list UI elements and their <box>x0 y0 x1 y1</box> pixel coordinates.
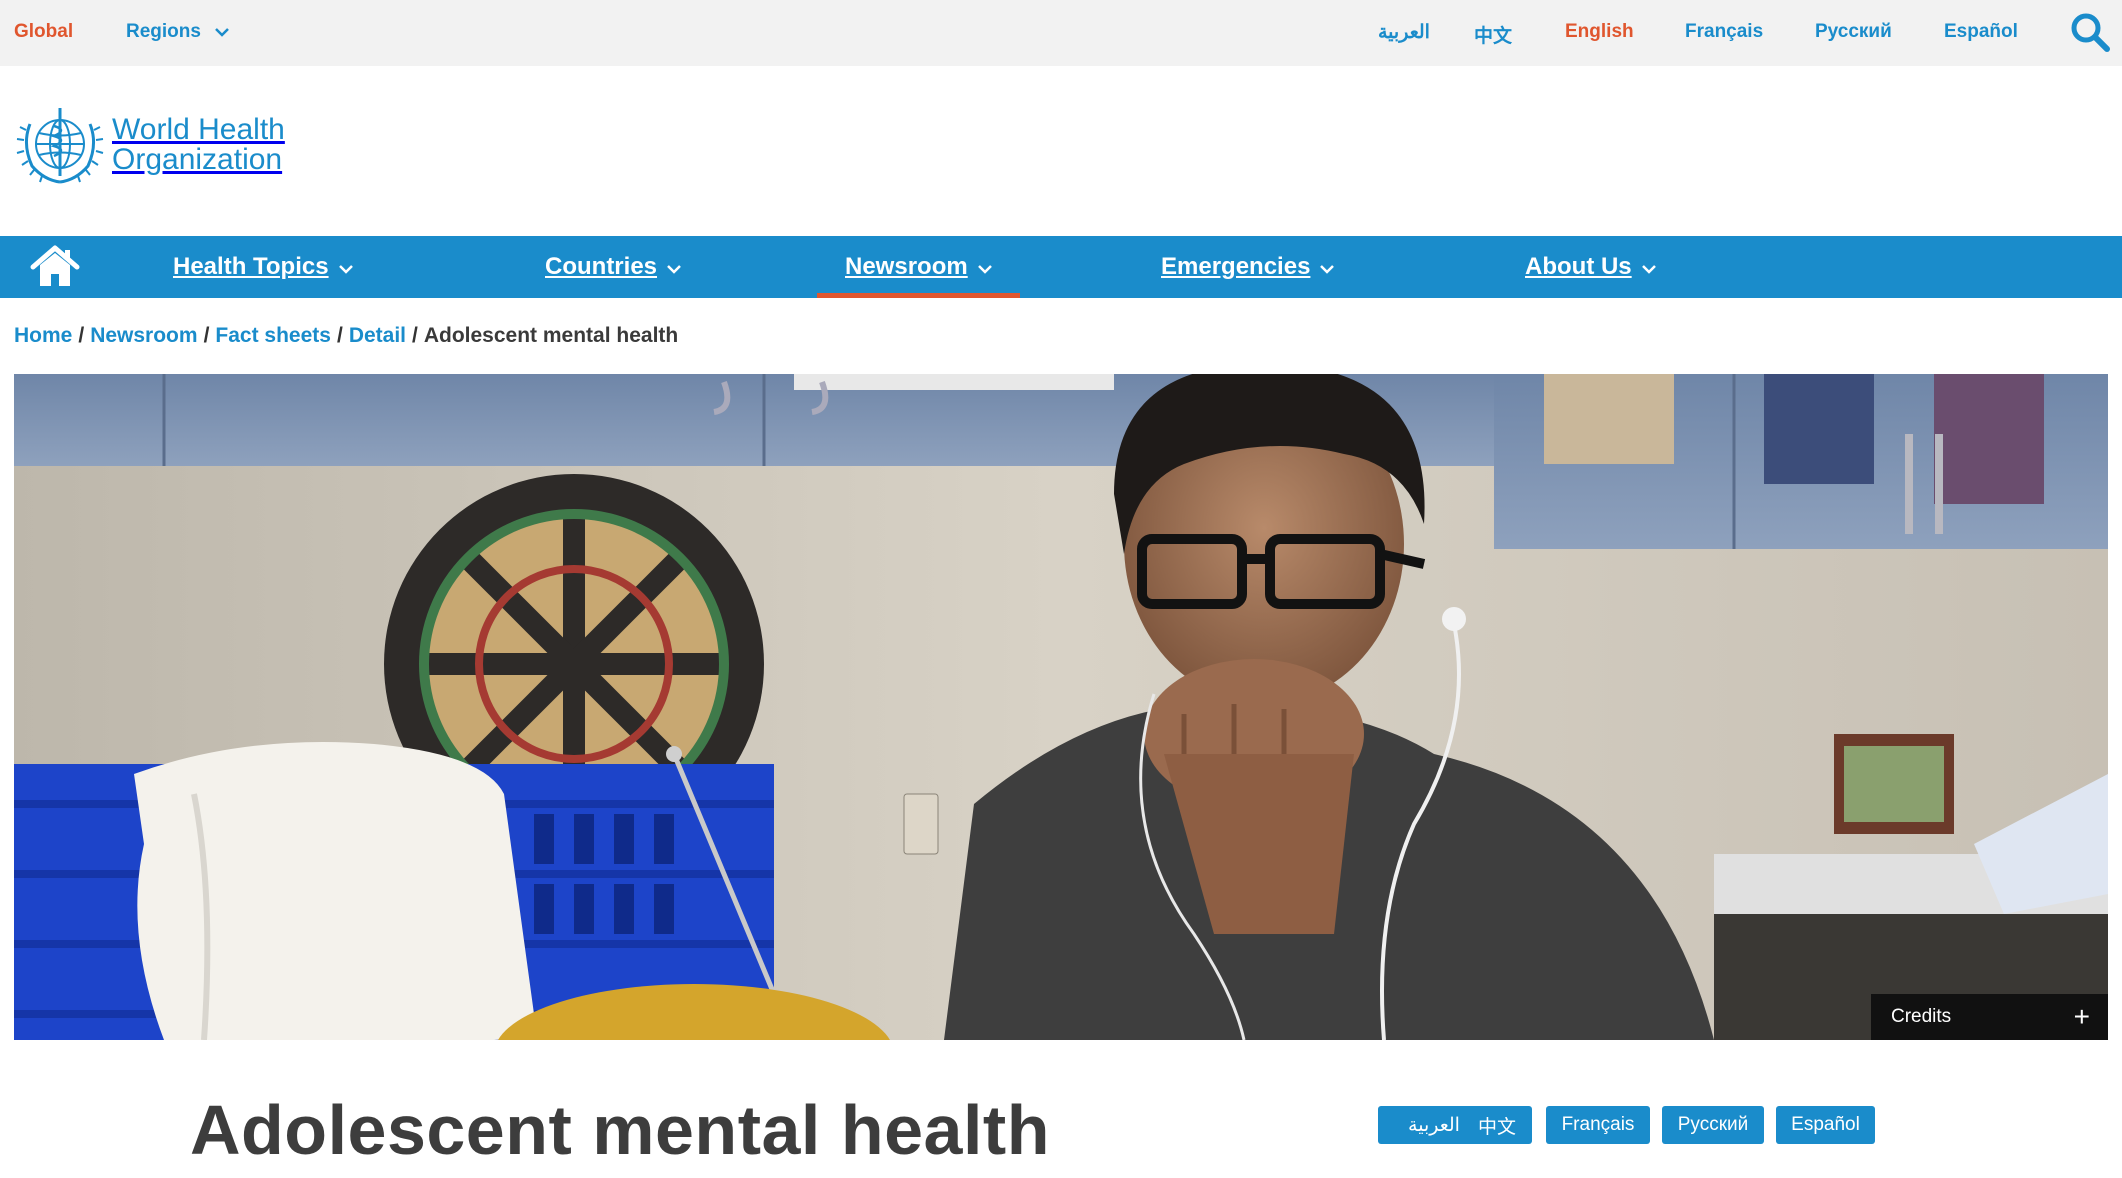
who-logo[interactable]: World Health Organization <box>14 104 285 186</box>
breadcrumb-detail[interactable]: Detail <box>349 324 406 347</box>
nav-label: Countries <box>545 253 658 280</box>
logo-line-2: Organization <box>112 143 283 176</box>
chevron-down-icon <box>338 253 353 281</box>
credits-toggle[interactable]: Credits + <box>1871 994 2108 1040</box>
translation-chinese-button[interactable]: 中文 <box>1462 1106 1532 1144</box>
breadcrumb-separator: / <box>336 324 343 347</box>
breadcrumb-newsroom[interactable]: Newsroom <box>90 324 197 347</box>
nav-countries[interactable]: Countries <box>545 236 681 298</box>
lang-russian[interactable]: Русский <box>1815 21 1892 43</box>
search-button[interactable] <box>2068 10 2112 54</box>
home-icon <box>30 245 80 293</box>
nav-about-us[interactable]: About Us <box>1525 236 1656 298</box>
who-emblem-icon <box>14 104 106 186</box>
main-navigation: Health Topics Countries Newsroom Emergen… <box>0 236 2122 298</box>
nav-newsroom[interactable]: Newsroom <box>817 236 1020 298</box>
translation-russian-button[interactable]: Русский <box>1662 1106 1764 1144</box>
search-icon <box>2068 13 2112 59</box>
home-button[interactable] <box>30 245 80 289</box>
chevron-down-icon <box>667 253 681 281</box>
nav-label: Emergencies <box>1161 253 1311 280</box>
utility-bar: Global Regions العربية 中文 English França… <box>0 0 2122 66</box>
lang-spanish[interactable]: Español <box>1944 21 2018 43</box>
logo-wordmark: World Health Organization <box>112 115 285 175</box>
translation-spanish-button[interactable]: Español <box>1776 1106 1875 1144</box>
translation-buttons: العربية 中文 Français Русский Español <box>0 1106 2122 1144</box>
translation-french-button[interactable]: Français <box>1546 1106 1650 1144</box>
chevron-down-icon <box>977 253 992 281</box>
breadcrumb-separator: / <box>203 324 210 347</box>
lang-english[interactable]: English <box>1565 21 1634 43</box>
chevron-down-icon <box>1320 253 1335 281</box>
lang-chinese[interactable]: 中文 <box>1474 21 1512 48</box>
nav-health-topics[interactable]: Health Topics <box>173 236 353 298</box>
breadcrumb-home[interactable]: Home <box>14 324 72 347</box>
credits-label: Credits <box>1891 1006 1952 1027</box>
nav-label: Newsroom <box>845 253 968 280</box>
plus-icon: + <box>2073 1001 2090 1032</box>
breadcrumb-separator: / <box>78 324 85 347</box>
hero-image: Credits + <box>14 374 2108 1040</box>
nav-label: Health Topics <box>173 253 329 280</box>
breadcrumb-fact-sheets[interactable]: Fact sheets <box>215 324 331 347</box>
logo-line-1: World Health <box>112 113 285 146</box>
lang-french[interactable]: Français <box>1685 21 1763 43</box>
language-switcher: العربية 中文 English Français Русский Espa… <box>0 21 2122 47</box>
lang-arabic[interactable]: العربية <box>1378 21 1430 44</box>
breadcrumb: Home / Newsroom / Fact sheets / Detail / Adolesc… <box>14 324 678 348</box>
breadcrumb-current: Adolescent mental health <box>423 324 679 347</box>
nav-label: About Us <box>1525 253 1632 280</box>
nav-emergencies[interactable]: Emergencies <box>1161 236 1335 298</box>
chevron-down-icon <box>1641 253 1656 281</box>
breadcrumb-separator: / <box>412 324 418 347</box>
